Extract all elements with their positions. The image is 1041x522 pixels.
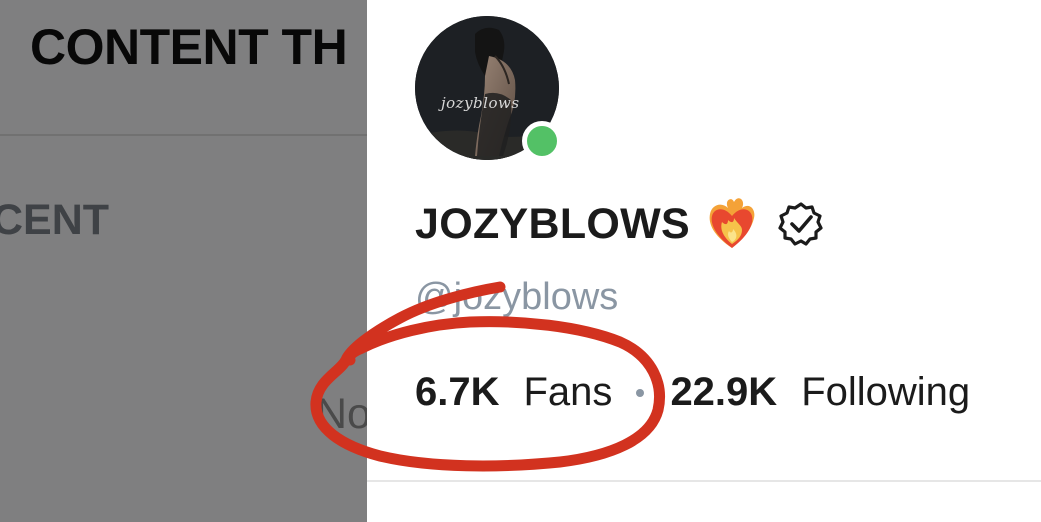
fans-count: 6.7K — [415, 370, 500, 414]
stats-separator-dot — [636, 388, 645, 397]
avatar-watermark: jozyblows — [441, 94, 520, 112]
profile-drawer: jozyblows JOZYBLOWS @jozyblows 6.7K Fans… — [367, 0, 1041, 522]
dim-overlay[interactable] — [0, 0, 367, 522]
fans-label: Fans — [523, 370, 613, 414]
following-count[interactable]: 22.9K — [670, 370, 777, 415]
profile-display-name[interactable]: JOZYBLOWS — [415, 200, 690, 249]
profile-handle[interactable]: @jozyblows — [415, 276, 618, 319]
profile-stats: 6.7K Fans 22.9K Following — [415, 370, 970, 415]
avatar[interactable]: jozyblows — [415, 16, 562, 161]
heart-on-fire-icon — [704, 196, 760, 252]
online-status-dot — [522, 121, 562, 161]
profile-name-row: JOZYBLOWS — [415, 196, 824, 252]
following-label[interactable]: Following — [801, 370, 970, 415]
verified-badge-icon — [774, 201, 824, 247]
drawer-divider — [367, 480, 1041, 482]
